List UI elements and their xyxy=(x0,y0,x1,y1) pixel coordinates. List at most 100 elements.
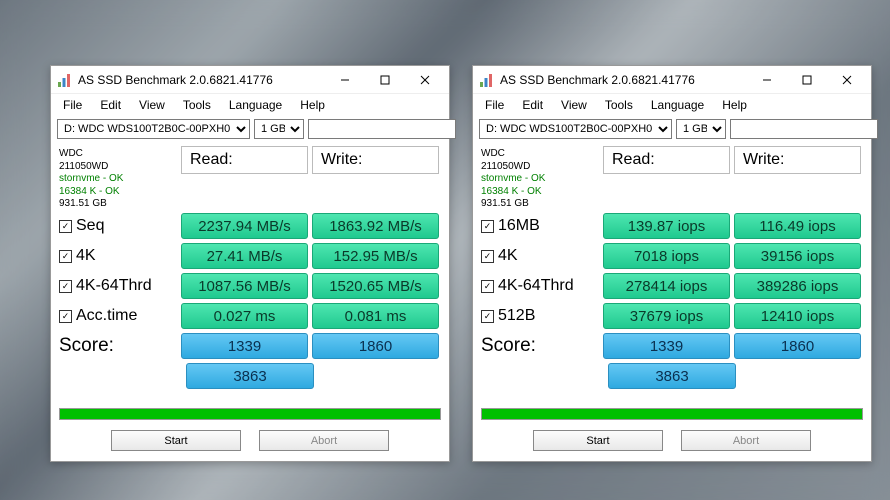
content-area: WDC 211050WD stornvme - OK 16384 K - OK … xyxy=(473,142,871,398)
score-write: 1860 xyxy=(734,333,861,359)
app-icon xyxy=(479,72,495,88)
drive-driver-status: stornvme - OK xyxy=(481,173,601,186)
start-button[interactable]: Start xyxy=(533,430,663,451)
maximize-button[interactable] xyxy=(365,67,405,93)
minimize-icon xyxy=(762,75,772,85)
close-button[interactable] xyxy=(827,67,867,93)
drive-model: WDC xyxy=(481,148,601,161)
row-checkbox[interactable]: ✓ xyxy=(481,280,494,293)
menu-item-language[interactable]: Language xyxy=(221,96,290,114)
drive-align-status: 16384 K - OK xyxy=(481,186,601,199)
read-column-header: Read: xyxy=(181,146,308,174)
titlebar[interactable]: AS SSD Benchmark 2.0.6821.41776 xyxy=(51,66,449,94)
row-label: ✓ 4K-64Thrd xyxy=(481,277,601,295)
row-label: ✓ 4K xyxy=(59,247,179,265)
row-label: ✓ Seq xyxy=(59,217,179,235)
test-row: ✓ 512B 37679 iops 12410 iops xyxy=(481,302,863,330)
start-button[interactable]: Start xyxy=(111,430,241,451)
row-label: ✓ 512B xyxy=(481,307,601,325)
write-value: 116.49 iops xyxy=(734,213,861,239)
close-icon xyxy=(842,75,852,85)
score-read: 1339 xyxy=(181,333,308,359)
row-checkbox[interactable]: ✓ xyxy=(59,220,72,233)
titlebar[interactable]: AS SSD Benchmark 2.0.6821.41776 xyxy=(473,66,871,94)
window-title: AS SSD Benchmark 2.0.6821.41776 xyxy=(500,73,747,87)
row-label: ✓ 4K-64Thrd xyxy=(59,277,179,295)
app-icon xyxy=(57,72,73,88)
write-value: 152.95 MB/s xyxy=(312,243,439,269)
menu-item-edit[interactable]: Edit xyxy=(92,96,129,114)
minimize-button[interactable] xyxy=(747,67,787,93)
write-value: 1863.92 MB/s xyxy=(312,213,439,239)
drive-number: 211050WD xyxy=(481,161,601,174)
maximize-button[interactable] xyxy=(787,67,827,93)
row-label-text: Acc.time xyxy=(76,307,137,325)
status-textbox[interactable] xyxy=(730,119,878,139)
test-size-select[interactable]: 1 GB xyxy=(676,119,726,139)
row-label-text: 4K-64Thrd xyxy=(498,277,574,295)
button-row: Start Abort xyxy=(473,426,871,461)
row-label-text: 4K xyxy=(76,247,96,265)
score-label: Score: xyxy=(481,335,601,357)
read-value: 139.87 iops xyxy=(603,213,730,239)
menu-item-tools[interactable]: Tools xyxy=(597,96,641,114)
row-label: ✓ 16MB xyxy=(481,217,601,235)
write-value: 0.081 ms xyxy=(312,303,439,329)
drive-info: WDC 211050WD stornvme - OK 16384 K - OK … xyxy=(481,146,601,211)
toolbar: D: WDC WDS100T2B0C-00PXH0 1 GB xyxy=(473,116,871,142)
abort-button[interactable]: Abort xyxy=(681,430,811,451)
write-value: 12410 iops xyxy=(734,303,861,329)
row-checkbox[interactable]: ✓ xyxy=(59,280,72,293)
menu-item-help[interactable]: Help xyxy=(714,96,755,114)
close-button[interactable] xyxy=(405,67,445,93)
read-value: 7018 iops xyxy=(603,243,730,269)
write-column-header: Write: xyxy=(734,146,861,174)
toolbar: D: WDC WDS100T2B0C-00PXH0 1 GB xyxy=(51,116,449,142)
write-value: 1520.65 MB/s xyxy=(312,273,439,299)
drive-model: WDC xyxy=(59,148,179,161)
window-title: AS SSD Benchmark 2.0.6821.41776 xyxy=(78,73,325,87)
drive-select[interactable]: D: WDC WDS100T2B0C-00PXH0 xyxy=(479,119,672,139)
drive-align-status: 16384 K - OK xyxy=(59,186,179,199)
read-value: 2237.94 MB/s xyxy=(181,213,308,239)
row-label-text: 4K xyxy=(498,247,518,265)
menu-item-edit[interactable]: Edit xyxy=(514,96,551,114)
score-write: 1860 xyxy=(312,333,439,359)
drive-number: 211050WD xyxy=(59,161,179,174)
menubar: FileEditViewToolsLanguageHelp xyxy=(473,94,871,116)
test-row: ✓ Acc.time 0.027 ms 0.081 ms xyxy=(59,302,441,330)
write-value: 39156 iops xyxy=(734,243,861,269)
minimize-button[interactable] xyxy=(325,67,365,93)
row-checkbox[interactable]: ✓ xyxy=(59,310,72,323)
test-size-select[interactable]: 1 GB xyxy=(254,119,304,139)
abort-button[interactable]: Abort xyxy=(259,430,389,451)
row-checkbox[interactable]: ✓ xyxy=(481,310,494,323)
drive-select[interactable]: D: WDC WDS100T2B0C-00PXH0 xyxy=(57,119,250,139)
row-label-text: 16MB xyxy=(498,217,540,235)
drive-info: WDC 211050WD stornvme - OK 16384 K - OK … xyxy=(59,146,179,211)
app-window: AS SSD Benchmark 2.0.6821.41776 FileEdit… xyxy=(50,65,450,462)
menu-item-language[interactable]: Language xyxy=(643,96,712,114)
row-label-text: Seq xyxy=(76,217,104,235)
menu-item-help[interactable]: Help xyxy=(292,96,333,114)
row-checkbox[interactable]: ✓ xyxy=(59,250,72,263)
row-label-text: 4K-64Thrd xyxy=(76,277,152,295)
test-row: ✓ 16MB 139.87 iops 116.49 iops xyxy=(481,212,863,240)
test-row: ✓ Seq 2237.94 MB/s 1863.92 MB/s xyxy=(59,212,441,240)
score-label: Score: xyxy=(59,335,179,357)
close-icon xyxy=(420,75,430,85)
row-checkbox[interactable]: ✓ xyxy=(481,220,494,233)
row-checkbox[interactable]: ✓ xyxy=(481,250,494,263)
read-value: 0.027 ms xyxy=(181,303,308,329)
menu-item-file[interactable]: File xyxy=(55,96,90,114)
menu-item-view[interactable]: View xyxy=(131,96,173,114)
drive-capacity: 931.51 GB xyxy=(481,198,601,211)
menu-item-view[interactable]: View xyxy=(553,96,595,114)
test-row: ✓ 4K 7018 iops 39156 iops xyxy=(481,242,863,270)
test-row: ✓ 4K-64Thrd 278414 iops 389286 iops xyxy=(481,272,863,300)
menu-item-tools[interactable]: Tools xyxy=(175,96,219,114)
test-row: ✓ 4K 27.41 MB/s 152.95 MB/s xyxy=(59,242,441,270)
status-textbox[interactable] xyxy=(308,119,456,139)
drive-driver-status: stornvme - OK xyxy=(59,173,179,186)
menu-item-file[interactable]: File xyxy=(477,96,512,114)
